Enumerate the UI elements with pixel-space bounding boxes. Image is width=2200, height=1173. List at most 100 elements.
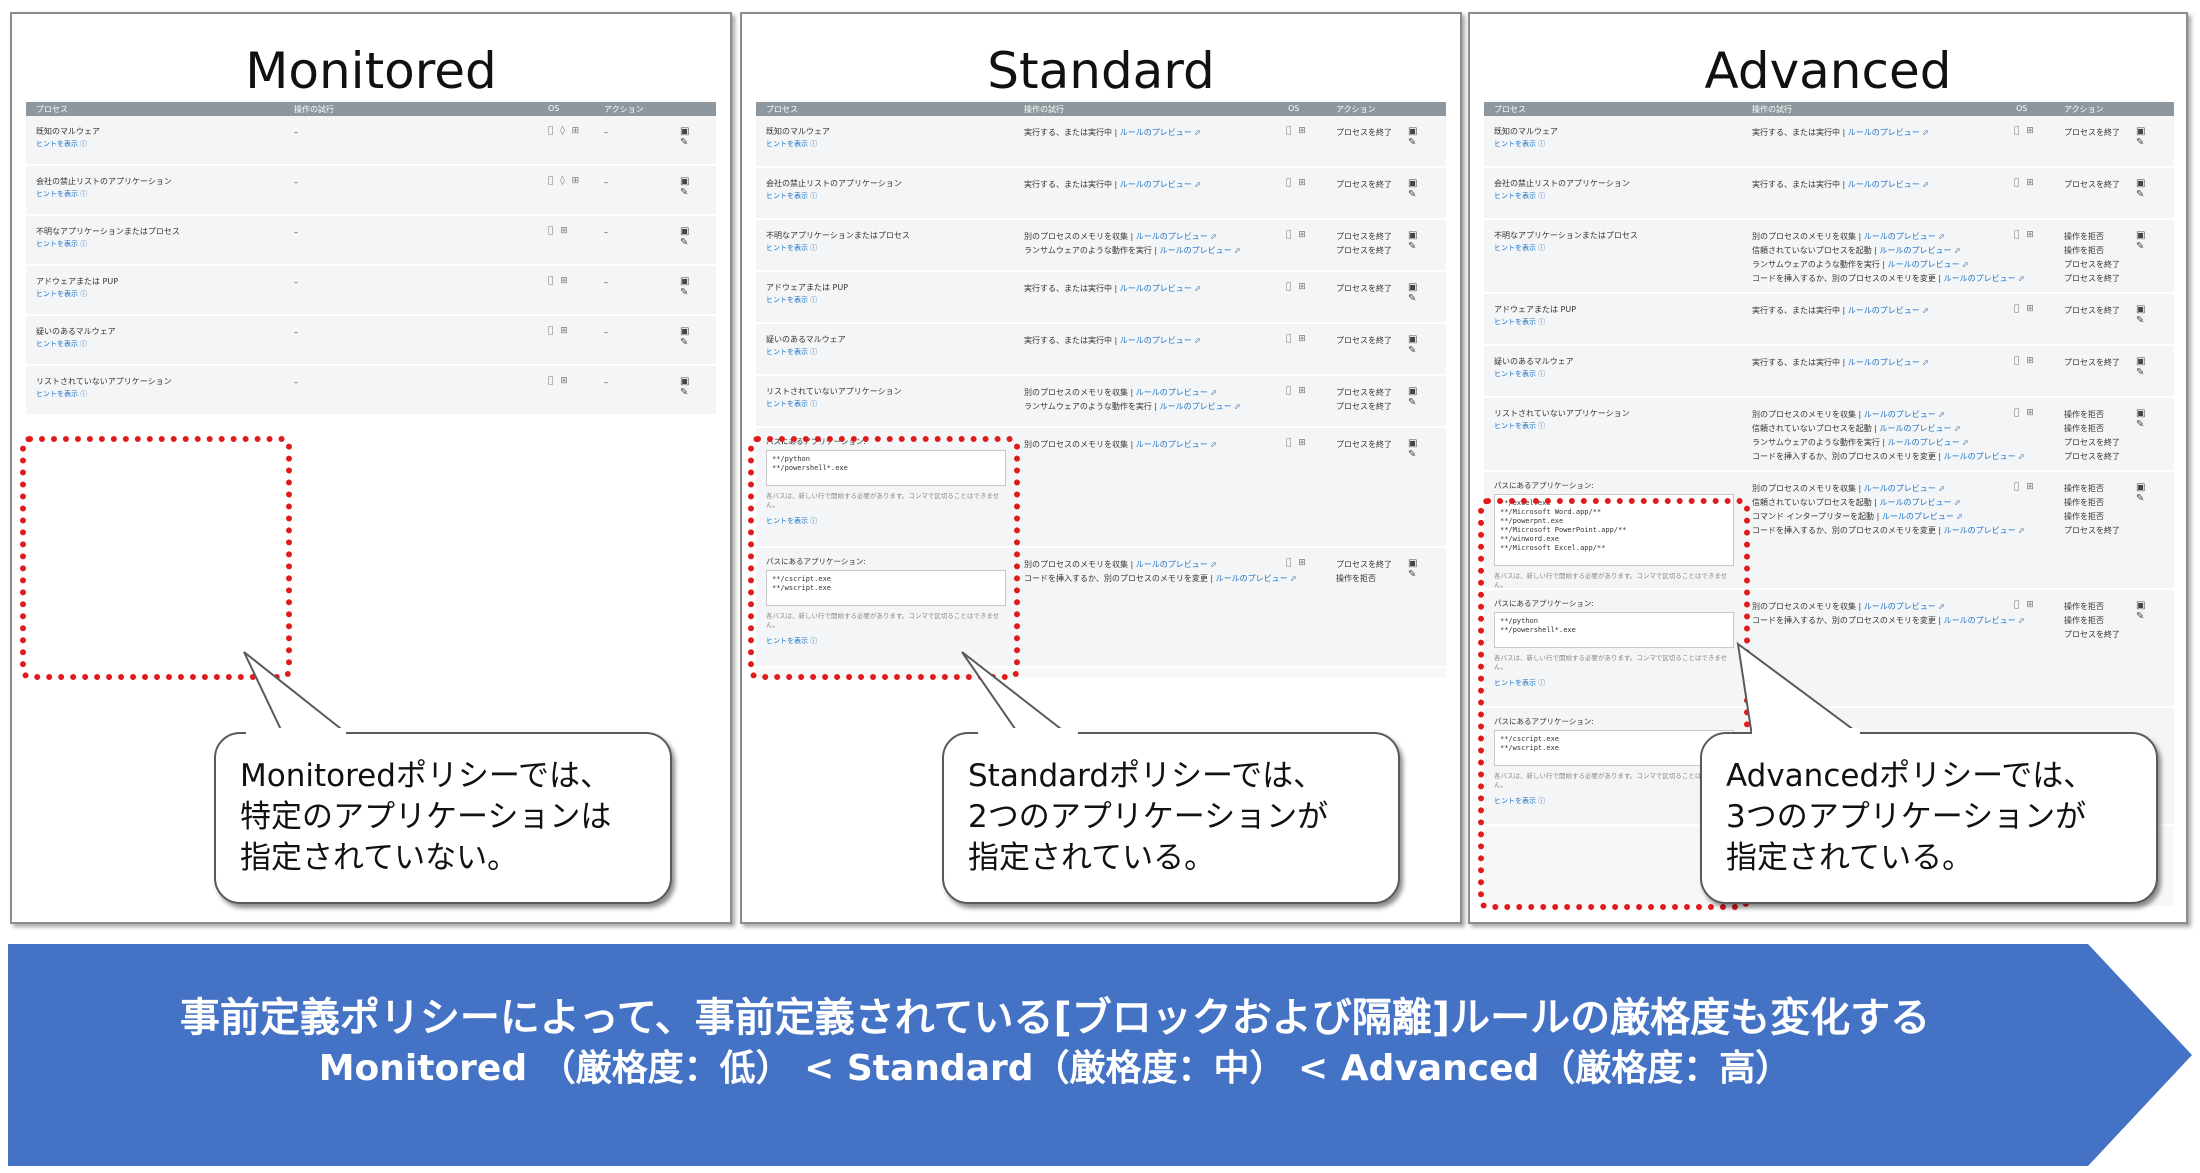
show-hint-link[interactable]: ヒントを表示 ⓘ: [766, 295, 1016, 305]
row-tools[interactable]: ▣ ✎: [680, 276, 716, 298]
rule-preview-link[interactable]: ルールのプレビュー ⬀: [1880, 424, 1961, 433]
row-tools[interactable]: ▣ ✎: [1408, 334, 1446, 356]
show-hint-link[interactable]: ヒントを表示 ⓘ: [1494, 317, 1744, 327]
action-item: プロセスを終了: [1336, 336, 1392, 345]
rule-preview-link[interactable]: ルールのプレビュー ⬀: [1120, 180, 1201, 189]
operation-cell: 実行する、または実行中 | ルールのプレビュー ⬀: [1024, 178, 1201, 192]
row-tools[interactable]: ▣ ✎: [2136, 178, 2174, 200]
process-name: リストされていないアプリケーション ヒントを表示 ⓘ: [36, 376, 286, 399]
show-hint-link[interactable]: ヒントを表示 ⓘ: [36, 339, 286, 349]
process-name: 不明なアプリケーションまたはプロセス ヒントを表示 ⓘ: [36, 226, 286, 249]
action-item: プロセスを終了: [2064, 358, 2120, 367]
show-hint-link[interactable]: ヒントを表示 ⓘ: [766, 243, 1016, 253]
show-hint-link[interactable]: ヒントを表示 ⓘ: [766, 347, 1016, 357]
action-item: プロセスを終了: [1336, 402, 1392, 411]
show-hint-link[interactable]: ヒントを表示 ⓘ: [36, 189, 286, 199]
row-tools[interactable]: ▣ ✎: [2136, 230, 2174, 252]
operation-label: コードを挿入するか、別のプロセスのメモリを変更 |: [1752, 274, 1944, 283]
rule-preview-link[interactable]: ルールのプレビュー ⬀: [1864, 410, 1945, 419]
rule-preview-link[interactable]: ルールのプレビュー ⬀: [1944, 452, 2025, 461]
rule-preview-link[interactable]: ルールのプレビュー ⬀: [1216, 574, 1297, 583]
operation-item: 別のプロセスのメモリを収集 | ルールのプレビュー ⬀: [1024, 558, 1297, 572]
process-name: 疑いのあるマルウェア ヒントを表示 ⓘ: [1494, 356, 1744, 379]
row-tools[interactable]: ▣ ✎: [1408, 558, 1446, 580]
show-hint-link[interactable]: ヒントを表示 ⓘ: [36, 239, 286, 249]
callout-line: 特定のアプリケーションは: [240, 799, 612, 835]
action-cell: 操作を拒否 操作を拒否 プロセスを終了 プロセスを終了: [2064, 408, 2120, 464]
row-tools[interactable]: ▣ ✎: [2136, 126, 2174, 148]
row-tools[interactable]: ▣ ✎: [1408, 386, 1446, 408]
rule-preview-link[interactable]: ルールのプレビュー ⬀: [1848, 358, 1929, 367]
rule-preview-link[interactable]: ルールのプレビュー ⬀: [1136, 440, 1217, 449]
rule-preview-link[interactable]: ルールのプレビュー ⬀: [1848, 128, 1929, 137]
rule-preview-link[interactable]: ルールのプレビュー ⬀: [1864, 232, 1945, 241]
rule-preview-link[interactable]: ルールのプレビュー ⬀: [1880, 246, 1961, 255]
tail-joint: [246, 728, 346, 736]
os-icons:  ⊞: [2014, 356, 2034, 366]
rule-preview-link[interactable]: ルールのプレビュー ⬀: [1864, 602, 1945, 611]
operation-label: ランサムウェアのような動作を実行 |: [1752, 260, 1888, 269]
show-hint-link[interactable]: ヒントを表示 ⓘ: [36, 139, 286, 149]
show-hint-link[interactable]: ヒントを表示 ⓘ: [766, 399, 1016, 409]
show-hint-link[interactable]: ヒントを表示 ⓘ: [1494, 243, 1744, 253]
row-tools[interactable]: ▣ ✎: [680, 376, 716, 398]
os-icons:  ⊞: [2014, 126, 2034, 136]
process-name: 会社の禁止リストのアプリケーション ヒントを表示 ⓘ: [1494, 178, 1744, 201]
rule-preview-link[interactable]: ルールのプレビュー ⬀: [1160, 246, 1241, 255]
operation-label: 別のプロセスのメモリを収集 |: [1024, 388, 1136, 397]
action-cell: 操作を拒否 操作を拒否 操作を拒否 プロセスを終了: [2064, 482, 2120, 538]
rule-preview-link[interactable]: ルールのプレビュー ⬀: [1136, 388, 1217, 397]
row-tools[interactable]: ▣ ✎: [2136, 408, 2174, 430]
table-row: リストされていないアプリケーションヒントを表示 ⓘ– ⊞–▣ ✎: [26, 366, 716, 416]
row-tools[interactable]: ▣ ✎: [1408, 282, 1446, 304]
row-tools[interactable]: ▣ ✎: [2136, 356, 2174, 378]
row-tools[interactable]: ▣ ✎: [1408, 230, 1446, 252]
action-item: 操作を拒否: [2064, 512, 2104, 521]
show-hint-link[interactable]: ヒントを表示 ⓘ: [36, 389, 286, 399]
show-hint-link[interactable]: ヒントを表示 ⓘ: [766, 139, 1016, 149]
row-tools[interactable]: ▣ ✎: [680, 226, 716, 248]
operation-cell: 実行する、または実行中 | ルールのプレビュー ⬀: [1024, 282, 1201, 296]
rule-preview-link[interactable]: ルールのプレビュー ⬀: [1136, 560, 1217, 569]
action-item: プロセスを終了: [1336, 440, 1392, 449]
rule-preview-link[interactable]: ルールのプレビュー ⬀: [1120, 336, 1201, 345]
show-hint-link[interactable]: ヒントを表示 ⓘ: [1494, 369, 1744, 379]
rule-preview-link[interactable]: ルールのプレビュー ⬀: [1882, 512, 1963, 521]
rule-preview-link[interactable]: ルールのプレビュー ⬀: [1120, 128, 1201, 137]
row-tools[interactable]: ▣ ✎: [680, 126, 716, 148]
show-hint-link[interactable]: ヒントを表示 ⓘ: [1494, 421, 1744, 431]
rule-preview-link[interactable]: ルールのプレビュー ⬀: [1944, 526, 2025, 535]
rule-preview-link[interactable]: ルールのプレビュー ⬀: [1880, 498, 1961, 507]
operation-item: 実行する、または実行中 | ルールのプレビュー ⬀: [1752, 304, 1929, 318]
row-tools[interactable]: ▣ ✎: [1408, 438, 1446, 460]
rule-preview-link[interactable]: ルールのプレビュー ⬀: [1944, 274, 2025, 283]
rule-preview-link[interactable]: ルールのプレビュー ⬀: [1888, 438, 1969, 447]
show-hint-link[interactable]: ヒントを表示 ⓘ: [36, 289, 286, 299]
os-icons:  ⊞: [2014, 230, 2034, 240]
row-tools[interactable]: ▣ ✎: [2136, 482, 2174, 504]
row-tools[interactable]: ▣ ✎: [2136, 304, 2174, 326]
summary-banner-text: 事前定義ポリシーによって、事前定義されている[ブロックおよび隔離]ルールの厳格度…: [0, 992, 2110, 1094]
rule-preview-link[interactable]: ルールのプレビュー ⬀: [1848, 180, 1929, 189]
show-hint-link[interactable]: ヒントを表示 ⓘ: [766, 191, 1016, 201]
show-hint-link[interactable]: ヒントを表示 ⓘ: [1494, 191, 1744, 201]
row-tools[interactable]: ▣ ✎: [1408, 126, 1446, 148]
row-tools[interactable]: ▣ ✎: [680, 326, 716, 348]
action-item: プロセスを終了: [2064, 260, 2120, 269]
row-tools[interactable]: ▣ ✎: [680, 176, 716, 198]
rule-preview-link[interactable]: ルールのプレビュー ⬀: [1888, 260, 1969, 269]
rule-preview-link[interactable]: ルールのプレビュー ⬀: [1944, 616, 2025, 625]
show-hint-link[interactable]: ヒントを表示 ⓘ: [1494, 139, 1744, 149]
row-tools[interactable]: ▣ ✎: [2136, 600, 2174, 622]
rule-preview-link[interactable]: ルールのプレビュー ⬀: [1136, 232, 1217, 241]
process-name: 疑いのあるマルウェア ヒントを表示 ⓘ: [36, 326, 286, 349]
col-os: OS: [2016, 104, 2028, 113]
standard-apps-highlight: [748, 436, 1020, 680]
rule-preview-link[interactable]: ルールのプレビュー ⬀: [1864, 484, 1945, 493]
row-tools[interactable]: ▣ ✎: [1408, 178, 1446, 200]
rule-preview-link[interactable]: ルールのプレビュー ⬀: [1160, 402, 1241, 411]
operation-cell: –: [294, 128, 298, 137]
rule-preview-link[interactable]: ルールのプレビュー ⬀: [1120, 284, 1201, 293]
rule-preview-link[interactable]: ルールのプレビュー ⬀: [1848, 306, 1929, 315]
col-os: OS: [548, 104, 560, 113]
